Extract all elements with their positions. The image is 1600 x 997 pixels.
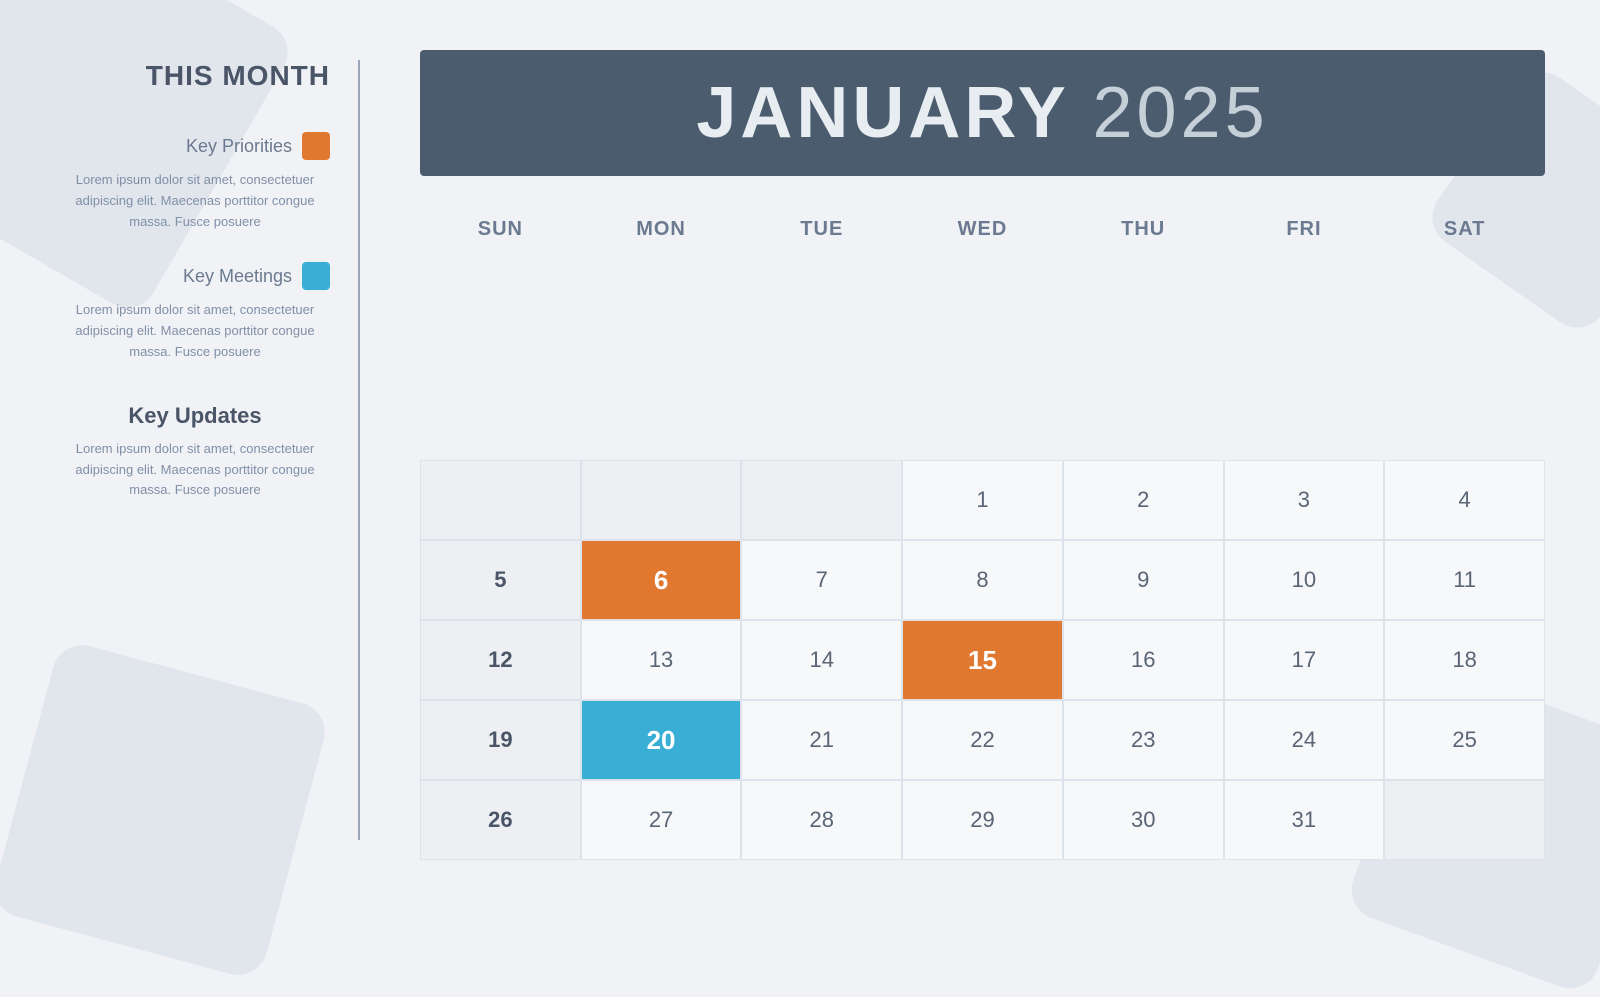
key-meetings-header: Key Meetings (60, 262, 330, 290)
calendar-cell (1384, 780, 1545, 860)
calendar-area: JANUARY 2025 SUNMONTUEWEDTHUFRISAT 12345… (360, 0, 1600, 900)
day-header: TUE (741, 206, 902, 460)
calendar-cell: 8 (902, 540, 1063, 620)
calendar-grid: SUNMONTUEWEDTHUFRISAT 123456789101112131… (420, 206, 1545, 860)
calendar-cell: 19 (420, 700, 581, 780)
calendar-cell: 13 (581, 620, 742, 700)
calendar-week-row: 567891011 (420, 540, 1545, 620)
calendar-body: 1234567891011121314151617181920212223242… (420, 460, 1545, 860)
calendar-cell: 15 (902, 620, 1063, 700)
calendar-title: JANUARY 2025 (450, 72, 1515, 154)
day-header: MON (581, 206, 742, 460)
day-header: FRI (1224, 206, 1385, 460)
sidebar: THIS MONTH Key Priorities Lorem ipsum do… (0, 0, 360, 900)
calendar-cell: 9 (1063, 540, 1224, 620)
calendar-cell: 7 (741, 540, 902, 620)
calendar-cell: 22 (902, 700, 1063, 780)
key-updates-text: Lorem ipsum dolor sit amet, consectetuer… (60, 439, 330, 501)
day-header: THU (1063, 206, 1224, 460)
calendar-cell (581, 460, 742, 540)
calendar-cell: 4 (1384, 460, 1545, 540)
calendar-cell: 23 (1063, 700, 1224, 780)
calendar-cell: 16 (1063, 620, 1224, 700)
calendar-cell: 29 (902, 780, 1063, 860)
key-meetings-text: Lorem ipsum dolor sit amet, consectetuer… (60, 300, 330, 362)
calendar-month: JANUARY (696, 73, 1068, 153)
calendar-week-row: 262728293031 (420, 780, 1545, 860)
key-updates-section: Key Updates Lorem ipsum dolor sit amet, … (60, 393, 330, 501)
day-header: SAT (1384, 206, 1545, 460)
calendar-cell: 31 (1224, 780, 1385, 860)
calendar-cell: 18 (1384, 620, 1545, 700)
calendar-cell: 2 (1063, 460, 1224, 540)
calendar-week-row: 12131415161718 (420, 620, 1545, 700)
calendar-cell: 25 (1384, 700, 1545, 780)
calendar-cell: 6 (581, 540, 742, 620)
calendar-cell: 20 (581, 700, 742, 780)
key-meetings-label: Key Meetings (183, 266, 292, 287)
key-priorities-dot (302, 132, 330, 160)
calendar-cell: 26 (420, 780, 581, 860)
calendar-header: JANUARY 2025 (420, 50, 1545, 176)
main-layout: THIS MONTH Key Priorities Lorem ipsum do… (0, 0, 1600, 900)
calendar-cell: 5 (420, 540, 581, 620)
calendar-cell: 11 (1384, 540, 1545, 620)
calendar-week-row: 19202122232425 (420, 700, 1545, 780)
key-meetings-section: Key Meetings Lorem ipsum dolor sit amet,… (60, 262, 330, 362)
calendar-cell: 30 (1063, 780, 1224, 860)
calendar-cell: 3 (1224, 460, 1385, 540)
calendar-cell: 24 (1224, 700, 1385, 780)
sidebar-title: THIS MONTH (60, 60, 330, 92)
key-meetings-dot (302, 262, 330, 290)
calendar-cell (420, 460, 581, 540)
calendar-cell (741, 460, 902, 540)
calendar-week-row: 1234 (420, 460, 1545, 540)
calendar-year: 2025 (1092, 73, 1268, 153)
key-priorities-text: Lorem ipsum dolor sit amet, consectetuer… (60, 170, 330, 232)
calendar-day-headers: SUNMONTUEWEDTHUFRISAT (420, 206, 1545, 460)
calendar-cell: 27 (581, 780, 742, 860)
key-updates-title: Key Updates (60, 403, 330, 429)
calendar-cell: 10 (1224, 540, 1385, 620)
calendar-cell: 17 (1224, 620, 1385, 700)
calendar-cell: 21 (741, 700, 902, 780)
key-priorities-section: Key Priorities Lorem ipsum dolor sit ame… (60, 132, 330, 232)
calendar-cell: 12 (420, 620, 581, 700)
key-priorities-header: Key Priorities (60, 132, 330, 160)
calendar-cell: 1 (902, 460, 1063, 540)
calendar-cell: 28 (741, 780, 902, 860)
day-header: WED (902, 206, 1063, 460)
day-header: SUN (420, 206, 581, 460)
key-priorities-label: Key Priorities (186, 136, 292, 157)
calendar-cell: 14 (741, 620, 902, 700)
